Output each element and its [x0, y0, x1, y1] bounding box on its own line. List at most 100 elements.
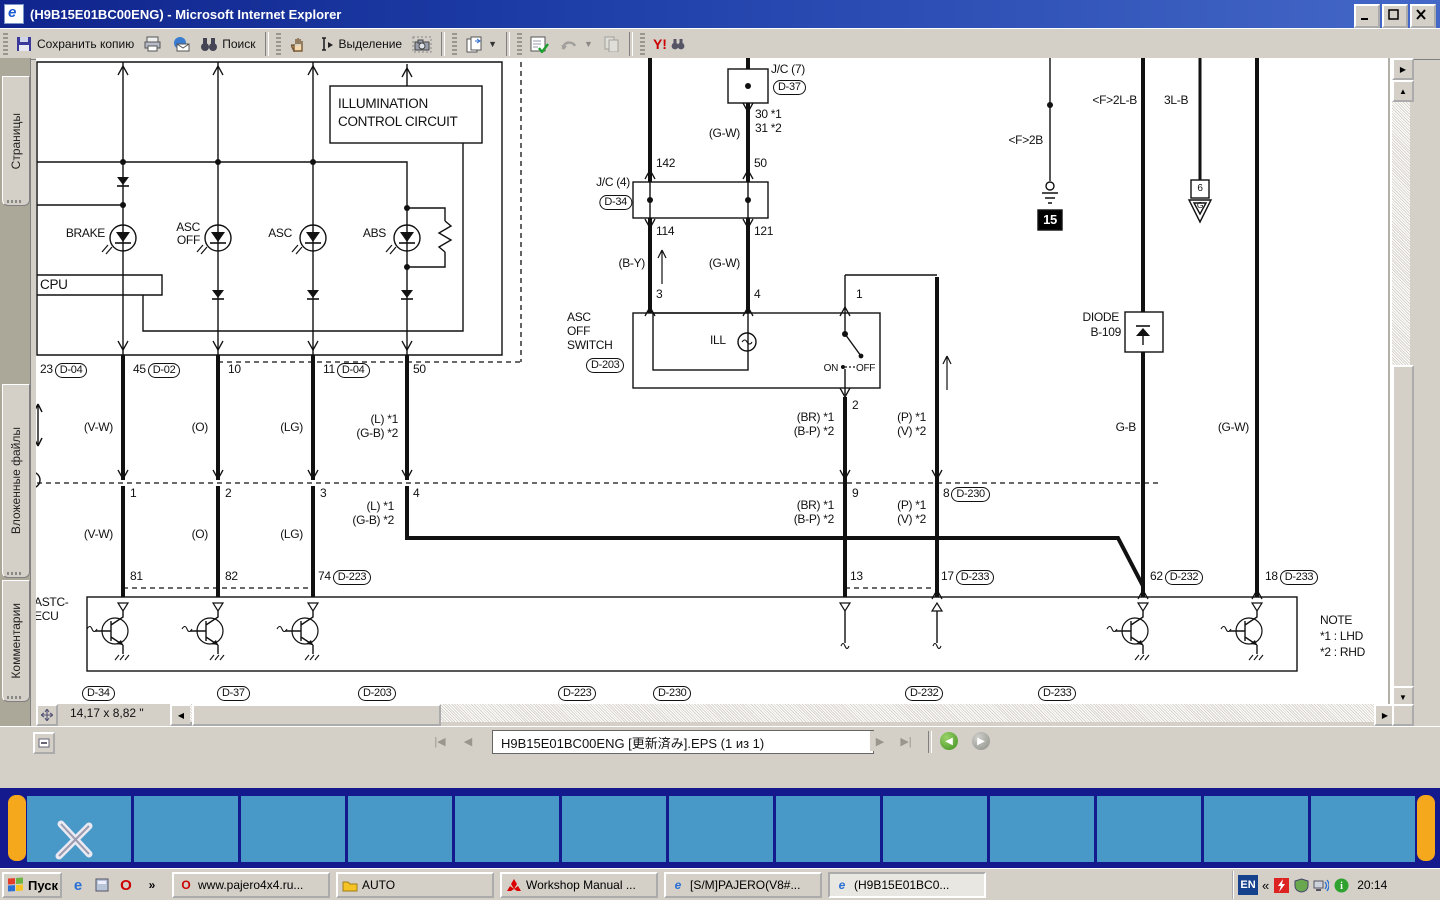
diagram-label: 121: [754, 225, 773, 238]
tray-network-icon[interactable]: [1313, 877, 1329, 893]
filmstrip-tile[interactable]: [1097, 796, 1201, 862]
pan-button[interactable]: [36, 704, 58, 726]
tray-info-icon[interactable]: i: [1333, 877, 1349, 893]
diagram-label: 18D-233: [1265, 570, 1318, 585]
taskbar-button[interactable]: e[S/M]PAJERO(V8#...: [664, 872, 822, 898]
diagram-label: (G-B) *2: [356, 427, 398, 440]
quicklaunch-opera-icon[interactable]: O: [116, 875, 136, 895]
filmstrip-tile[interactable]: [990, 796, 1094, 862]
start-button[interactable]: Пуск: [2, 872, 62, 898]
next-page-button[interactable]: ▶: [870, 731, 890, 751]
maximize-button[interactable]: [1382, 4, 1408, 28]
folder-icon: [342, 877, 358, 893]
next-view-button[interactable]: ▶: [972, 732, 990, 750]
diagram-label: (V) *2: [897, 513, 926, 526]
filmstrip-tile[interactable]: [1311, 796, 1415, 862]
x-icon: [27, 796, 131, 862]
diagram-label: 142: [656, 157, 675, 170]
document-page[interactable]: ILLUMINATIONCONTROL CIRCUITBRAKEASCOFFAS…: [36, 58, 1392, 704]
content-gap: [0, 756, 1440, 788]
sidebar-tab-pages[interactable]: Страницы: [2, 76, 30, 206]
tray-flash-icon[interactable]: [1273, 877, 1289, 893]
snapshot-button[interactable]: [407, 33, 437, 56]
page-display-button[interactable]: ▼: [460, 33, 502, 56]
yahoo-search-button[interactable]: Y!: [648, 33, 690, 55]
print-button[interactable]: [139, 33, 167, 55]
tray-shield-icon[interactable]: [1293, 877, 1309, 893]
sidebar-tab-attachments[interactable]: Вложенные файлы: [2, 384, 30, 578]
save-copy-button[interactable]: Сохранить копию: [11, 33, 139, 55]
search-button[interactable]: Поиск: [195, 33, 260, 55]
pane-split-button[interactable]: ▶: [1392, 58, 1414, 80]
taskbar-button[interactable]: Owww.pajero4x4.ru...: [172, 872, 330, 898]
scroll-left-button[interactable]: ◀: [170, 704, 192, 726]
diagram-label: (B-Y): [619, 257, 646, 270]
filmstrip-tile[interactable]: [241, 796, 345, 862]
taskbar-button[interactable]: AUTO: [336, 872, 494, 898]
filmstrip-tile[interactable]: [776, 796, 880, 862]
undo-button[interactable]: ▼: [554, 34, 598, 55]
diagram-label: 23D-04: [40, 363, 87, 378]
diagram-label: *1 : LHD: [1320, 630, 1363, 643]
filmstrip-tile[interactable]: [348, 796, 452, 862]
diagram-label: (V-W): [84, 421, 113, 434]
select-text-button[interactable]: Выделение: [312, 33, 408, 55]
diagram-label: D-223: [556, 686, 596, 701]
diagram-label: 74D-223: [318, 570, 371, 585]
last-page-button[interactable]: ▶|: [896, 731, 916, 751]
filmstrip-tile[interactable]: [27, 796, 131, 862]
search-label: Поиск: [222, 37, 255, 51]
select-label: Выделение: [339, 37, 403, 51]
document-title-field[interactable]: H9B15E01BC00ENG [更新済み].EPS (1 из 1): [492, 730, 874, 754]
previous-view-button[interactable]: ◀: [940, 732, 958, 750]
filmstrip-tile[interactable]: [883, 796, 987, 862]
quicklaunch-overflow-chevron[interactable]: »: [142, 875, 162, 895]
taskbar-button-label: www.pajero4x4.ru...: [198, 878, 303, 892]
tray-chevron[interactable]: «: [1262, 878, 1269, 893]
pane-toggle-button[interactable]: [33, 732, 55, 754]
mini-binoculars-icon: [671, 38, 685, 50]
copy-pages-button[interactable]: [598, 33, 625, 55]
diagram-label: ASC: [567, 311, 591, 324]
diagram-label: 82: [225, 570, 238, 583]
hand-tool-button[interactable]: [284, 33, 312, 56]
horizontal-scroll-thumb[interactable]: [192, 704, 441, 726]
spellcheck-button[interactable]: [525, 33, 554, 56]
vertical-scroll-thumb[interactable]: [1392, 365, 1414, 690]
filmstrip-tile[interactable]: [134, 796, 238, 862]
filmstrip-tile[interactable]: [669, 796, 773, 862]
diagram-label: <F>2L-B: [1092, 94, 1137, 107]
scroll-up-button[interactable]: ▲: [1392, 80, 1414, 102]
connector-pill: D-04: [55, 363, 88, 378]
diagram-label: 3L-B: [1164, 94, 1188, 107]
diagram-label: (BR) *1: [797, 411, 834, 424]
filmstrip-tile[interactable]: [455, 796, 559, 862]
filmstrip-tile[interactable]: [562, 796, 666, 862]
taskbar-button[interactable]: Workshop Manual ...: [500, 872, 658, 898]
quicklaunch-ie-icon[interactable]: e: [68, 875, 88, 895]
svg-text:i: i: [1340, 881, 1343, 892]
close-button[interactable]: [1410, 4, 1436, 28]
taskbar-button[interactable]: e(H9B15E01BC0...: [828, 872, 986, 898]
toolbar-separator: [506, 32, 510, 56]
email-button[interactable]: [167, 33, 195, 55]
diagram-label: ON: [824, 362, 838, 375]
page-size-label: 14,17 x 8,82 ": [70, 706, 144, 720]
quicklaunch-app-icon[interactable]: [92, 875, 112, 895]
connector-pill: D-232: [905, 686, 943, 701]
sidebar-tab-comments[interactable]: Комментарии: [2, 580, 30, 702]
diagram-label: (LG): [280, 528, 303, 541]
previous-page-button[interactable]: ◀: [458, 731, 478, 751]
undo-icon: [559, 37, 579, 52]
toolbar-grip: [517, 33, 522, 55]
diagram-label: 50: [413, 363, 426, 376]
diagram-label: G: [1197, 201, 1203, 210]
copy-icon: [603, 36, 620, 52]
diagram-label: (L) *1: [366, 500, 394, 513]
filmstrip-tile[interactable]: [1204, 796, 1308, 862]
language-indicator[interactable]: EN: [1238, 875, 1258, 895]
minimize-button[interactable]: [1354, 4, 1380, 28]
diagram-label: *2 : RHD: [1320, 646, 1365, 659]
first-page-button[interactable]: |◀: [430, 731, 450, 751]
toolbar-separator: [265, 32, 269, 56]
